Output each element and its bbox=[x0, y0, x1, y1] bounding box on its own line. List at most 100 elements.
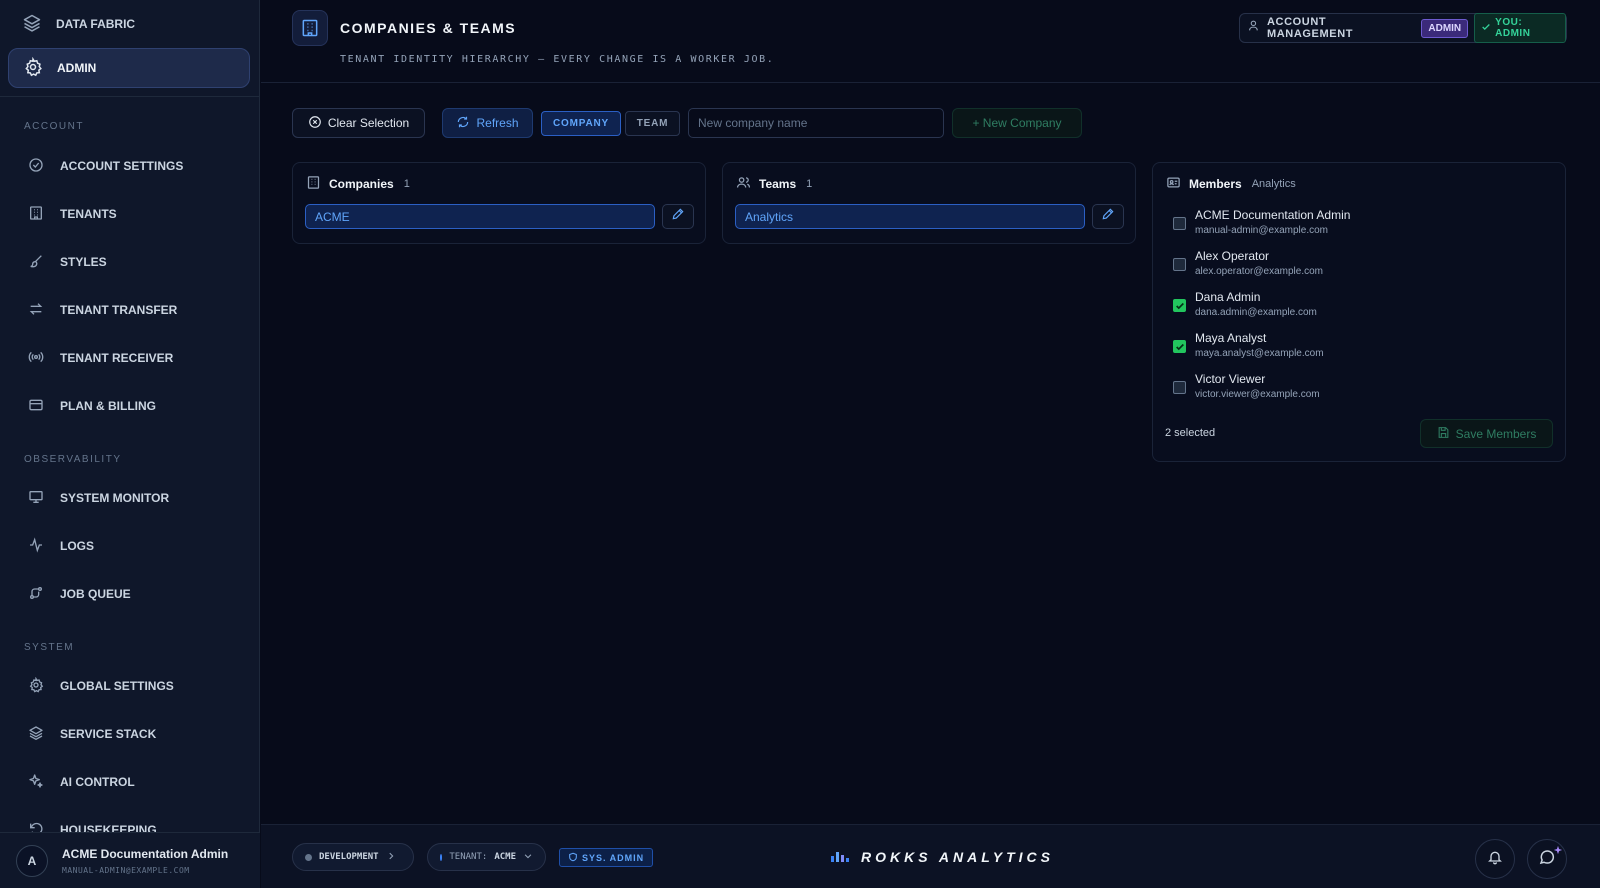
rotate-icon bbox=[28, 821, 44, 832]
sidebar-item-styles[interactable]: STYLES bbox=[12, 244, 248, 280]
product-name: ROKKS ANALYTICS bbox=[861, 848, 1054, 865]
teams-panel: Teams 1 Analytics bbox=[722, 162, 1136, 244]
save-members-label: Save Members bbox=[1455, 426, 1537, 441]
pencil-icon bbox=[1101, 207, 1115, 226]
member-row[interactable]: Dana Admin dana.admin@example.com bbox=[1173, 290, 1317, 322]
tenant-label: TENANT: bbox=[449, 852, 488, 862]
sidebar-item-logs[interactable]: LOGS bbox=[12, 528, 248, 564]
member-email: manual-admin@example.com bbox=[1195, 225, 1328, 236]
section-account: ACCOUNT bbox=[24, 121, 84, 132]
new-company-input[interactable] bbox=[688, 108, 944, 138]
sidebar-item-tenants[interactable]: TENANTS bbox=[12, 196, 248, 232]
teams-count: 1 bbox=[806, 178, 813, 190]
check-icon bbox=[1481, 22, 1491, 35]
sidebar-item-tenant-receiver[interactable]: TENANT RECEIVER bbox=[12, 340, 248, 376]
member-row[interactable]: Victor Viewer victor.viewer@example.com bbox=[1173, 372, 1320, 404]
edit-team-button[interactable] bbox=[1092, 204, 1124, 229]
chevron-down-icon bbox=[523, 851, 533, 864]
chat-button[interactable] bbox=[1527, 839, 1567, 879]
member-checkbox[interactable] bbox=[1173, 258, 1186, 271]
sidebar-item-label: GLOBAL SETTINGS bbox=[60, 679, 174, 693]
members-panel: Members Analytics ACME Documentation Adm… bbox=[1152, 162, 1566, 462]
page-subtitle: TENANT IDENTITY HIERARCHY — EVERY CHANGE… bbox=[340, 54, 775, 65]
arrows-swap-icon bbox=[28, 301, 44, 320]
members-header: Members Analytics bbox=[1166, 175, 1296, 193]
notifications-button[interactable] bbox=[1475, 839, 1515, 879]
sidebar-item-service-stack[interactable]: SERVICE STACK bbox=[12, 716, 248, 752]
sidebar-item-label: AI CONTROL bbox=[60, 775, 135, 789]
status-bar: DEVELOPMENT TENANT: ACME SYS. ADMIN ROKK… bbox=[261, 824, 1600, 888]
broadcast-icon bbox=[28, 349, 44, 368]
member-checkbox[interactable] bbox=[1173, 340, 1186, 353]
member-email: alex.operator@example.com bbox=[1195, 266, 1323, 277]
page-title: COMPANIES & TEAMS bbox=[340, 20, 517, 36]
workflow-icon bbox=[28, 585, 44, 604]
refresh-button[interactable]: Refresh bbox=[442, 108, 533, 138]
environment-label: DEVELOPMENT bbox=[319, 852, 379, 862]
section-observability: OBSERVABILITY bbox=[24, 454, 122, 465]
member-name: ACME Documentation Admin bbox=[1195, 208, 1351, 222]
sidebar-item-housekeeping[interactable]: HOUSEKEEPING bbox=[12, 812, 248, 832]
team-item[interactable]: Analytics bbox=[735, 204, 1085, 229]
section-system: SYSTEM bbox=[24, 642, 75, 653]
brush-icon bbox=[28, 253, 44, 272]
logo-bars-icon bbox=[831, 848, 849, 865]
sidebar-item-plan-billing[interactable]: PLAN & BILLING bbox=[12, 388, 248, 424]
save-members-button[interactable]: Save Members bbox=[1420, 419, 1553, 448]
member-checkbox[interactable] bbox=[1173, 299, 1186, 312]
activity-icon bbox=[28, 536, 44, 556]
member-name: Victor Viewer bbox=[1195, 372, 1266, 386]
user-email: MANUAL-ADMIN@EXAMPLE.COM bbox=[62, 865, 190, 875]
brand-link[interactable]: DATA FABRIC bbox=[22, 13, 135, 35]
toggle-team[interactable]: TEAM bbox=[625, 111, 680, 136]
company-item[interactable]: ACME bbox=[305, 204, 655, 229]
user-icon bbox=[1248, 19, 1261, 37]
sidebar-item-system-monitor[interactable]: SYSTEM MONITOR bbox=[12, 480, 248, 516]
check-icon bbox=[1175, 302, 1184, 309]
id-card-icon bbox=[1166, 175, 1181, 193]
member-row[interactable]: ACME Documentation Admin manual-admin@ex… bbox=[1173, 208, 1350, 240]
sidebar-item-global-settings[interactable]: GLOBAL SETTINGS bbox=[12, 668, 248, 704]
teams-title: Teams bbox=[759, 177, 797, 191]
member-row[interactable]: Alex Operator alex.operator@example.com bbox=[1173, 249, 1323, 281]
building-icon bbox=[292, 10, 328, 46]
users-icon bbox=[736, 175, 751, 193]
environment-selector[interactable]: DEVELOPMENT bbox=[292, 843, 414, 871]
pencil-icon bbox=[671, 207, 685, 226]
companies-panel: Companies 1 ACME bbox=[292, 162, 706, 244]
sidebar-item-label: SERVICE STACK bbox=[60, 727, 157, 741]
selected-count: 2 selected bbox=[1165, 427, 1216, 439]
member-email: dana.admin@example.com bbox=[1195, 307, 1317, 318]
members-title: Members bbox=[1189, 177, 1242, 191]
clear-selection-label: Clear Selection bbox=[327, 116, 410, 130]
check-icon bbox=[1175, 343, 1184, 350]
refresh-label: Refresh bbox=[476, 116, 519, 130]
teams-header: Teams 1 bbox=[736, 175, 812, 193]
sidebar-item-ai-control[interactable]: AI CONTROL bbox=[12, 764, 248, 800]
role-badge: ADMIN bbox=[1421, 18, 1469, 38]
user-name: ACME Documentation Admin bbox=[62, 846, 229, 861]
clear-selection-button[interactable]: Clear Selection bbox=[292, 108, 425, 138]
companies-header: Companies 1 bbox=[306, 175, 410, 193]
edit-company-button[interactable] bbox=[662, 204, 694, 229]
new-company-button[interactable]: + New Company bbox=[952, 108, 1082, 138]
tenant-value: ACME bbox=[494, 852, 516, 862]
layers-icon bbox=[22, 13, 42, 36]
member-checkbox[interactable] bbox=[1173, 217, 1186, 230]
sidebar-item-job-queue[interactable]: JOB QUEUE bbox=[12, 576, 248, 612]
bell-icon bbox=[1487, 849, 1503, 870]
sidebar-nav: DATA FABRIC ADMIN ACCOUNT ACCOUNT SETTIN… bbox=[0, 0, 260, 832]
sidebar-item-admin[interactable]: ADMIN bbox=[8, 48, 250, 88]
member-row[interactable]: Maya Analyst maya.analyst@example.com bbox=[1173, 331, 1324, 363]
member-checkbox[interactable] bbox=[1173, 381, 1186, 394]
user-profile[interactable]: A ACME Documentation Admin MANUAL-ADMIN@… bbox=[0, 832, 260, 888]
sidebar-item-account-settings[interactable]: ACCOUNT SETTINGS bbox=[12, 148, 248, 184]
sidebar-divider bbox=[0, 96, 260, 97]
role-label: SYS. ADMIN bbox=[582, 852, 645, 863]
toggle-company[interactable]: COMPANY bbox=[541, 111, 621, 136]
sidebar-item-tenant-transfer[interactable]: TENANT TRANSFER bbox=[12, 292, 248, 328]
tenant-selector[interactable]: TENANT: ACME bbox=[427, 843, 546, 871]
sidebar-item-label: TENANT TRANSFER bbox=[60, 303, 178, 317]
member-name: Dana Admin bbox=[1195, 290, 1261, 304]
account-management-label: ACCOUNT MANAGEMENT bbox=[1267, 16, 1354, 40]
